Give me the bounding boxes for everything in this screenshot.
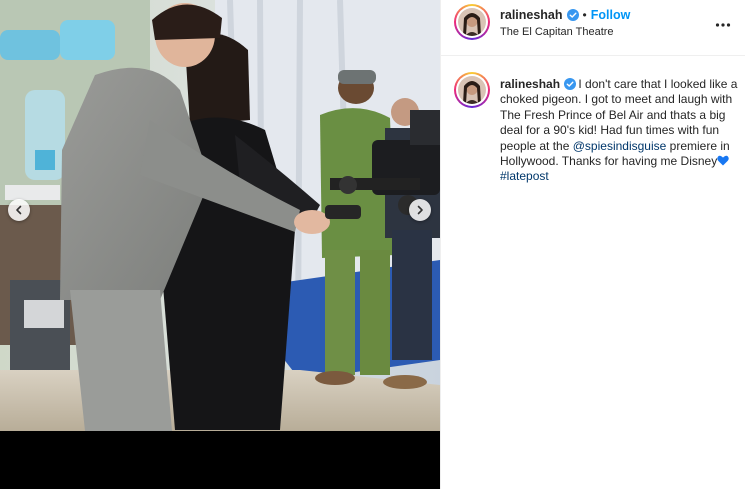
next-photo-button[interactable] xyxy=(409,199,431,221)
verified-badge-icon xyxy=(564,78,577,90)
media-letterbox xyxy=(0,431,440,489)
previous-photo-button[interactable] xyxy=(8,199,30,221)
more-options-icon[interactable] xyxy=(715,17,731,33)
hashtag-link[interactable]: #latepost xyxy=(500,169,549,183)
caption-text: ralineshah I don't care that I looked li… xyxy=(500,77,738,185)
avatar xyxy=(458,76,486,104)
post-media[interactable] xyxy=(0,0,440,489)
avatar xyxy=(458,8,486,36)
chevron-right-icon xyxy=(417,205,423,215)
chevron-left-icon xyxy=(16,205,22,215)
avatar-story-ring[interactable] xyxy=(454,4,490,40)
blue-heart-icon xyxy=(717,155,729,166)
caption-username-link[interactable]: ralineshah xyxy=(500,77,560,91)
user-line: ralineshah • Follow xyxy=(500,8,630,22)
post-details-panel: ralineshah • Follow The El Capitan Theat… xyxy=(440,0,745,489)
mention-link[interactable]: @spiesindisguise xyxy=(573,139,667,153)
username-link[interactable]: ralineshah xyxy=(500,8,563,22)
separator-dot: • xyxy=(582,8,587,22)
post-photo xyxy=(0,0,440,431)
caption-avatar-ring[interactable] xyxy=(454,72,490,108)
post-header: ralineshah • Follow The El Capitan Theat… xyxy=(441,0,745,56)
follow-button[interactable]: Follow xyxy=(591,8,631,22)
location-link[interactable]: The El Capitan Theatre xyxy=(500,26,614,38)
verified-badge-icon xyxy=(566,9,579,21)
